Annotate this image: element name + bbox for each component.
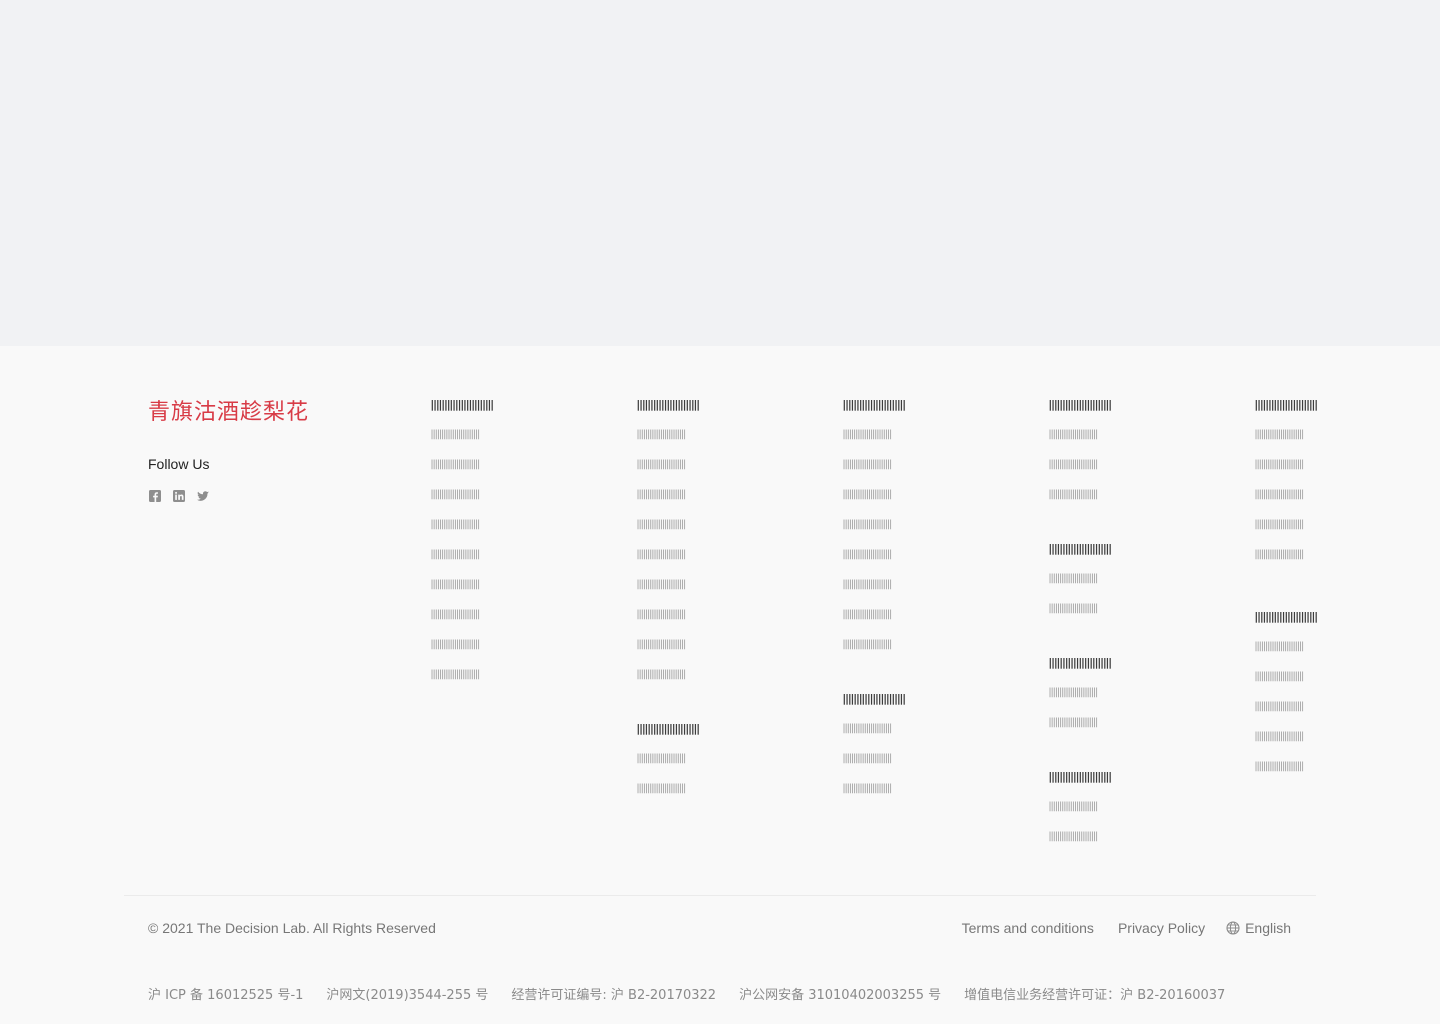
footer-link[interactable]: ||||||||||||||||||||||| — [1253, 760, 1343, 774]
footer-link[interactable]: ||||||||||||||||||||||| — [635, 608, 725, 622]
telecom-license-text: 增值电信业务经营许可证：沪 B2-20160037 — [964, 988, 1226, 1003]
footer-link[interactable]: ||||||||||||||||||||||| — [635, 752, 725, 766]
footer-column-heading: ||||||||||||||||||||||| — [1047, 398, 1114, 411]
footer-link[interactable]: ||||||||||||||||||||||| — [429, 608, 519, 622]
footer-link[interactable]: ||||||||||||||||||||||| — [841, 488, 931, 502]
footer-link[interactable]: ||||||||||||||||||||||| — [1253, 730, 1343, 744]
footer-link[interactable]: ||||||||||||||||||||||| — [429, 518, 519, 532]
footer-link[interactable]: ||||||||||||||||||||||| — [429, 638, 519, 652]
footer-link[interactable]: ||||||||||||||||||||||| — [1047, 572, 1137, 586]
footer-link[interactable]: ||||||||||||||||||||||| — [1047, 488, 1137, 502]
hero-placeholder — [0, 0, 1440, 346]
footer-link[interactable]: ||||||||||||||||||||||| — [1253, 670, 1343, 684]
footer-link[interactable]: ||||||||||||||||||||||| — [841, 752, 931, 766]
network-culture-license-text: 沪网文(2019)3544-255 号 — [326, 988, 489, 1003]
footer-divider — [124, 895, 1316, 896]
footer-link[interactable]: ||||||||||||||||||||||| — [635, 458, 725, 472]
footer-link[interactable]: ||||||||||||||||||||||| — [841, 638, 931, 652]
footer-link[interactable]: ||||||||||||||||||||||| — [1253, 488, 1343, 502]
language-label: English — [1245, 920, 1291, 936]
footer-column-heading: ||||||||||||||||||||||| — [841, 692, 908, 705]
globe-icon — [1226, 921, 1240, 935]
terms-link[interactable]: Terms and conditions — [962, 920, 1094, 936]
copyright-text: © 2021 The Decision Lab. All Rights Rese… — [148, 920, 436, 936]
brand-logo-text[interactable]: 青旗沽酒趁梨花 — [148, 394, 309, 426]
footer-link[interactable]: ||||||||||||||||||||||| — [1047, 428, 1137, 442]
facebook-icon[interactable] — [148, 489, 162, 503]
footer-link[interactable]: ||||||||||||||||||||||| — [1047, 686, 1137, 700]
footer-link[interactable]: ||||||||||||||||||||||| — [429, 578, 519, 592]
footer-column-heading: ||||||||||||||||||||||| — [635, 722, 702, 735]
footer-link[interactable]: ||||||||||||||||||||||| — [1253, 428, 1343, 442]
footer-link[interactable]: ||||||||||||||||||||||| — [841, 578, 931, 592]
follow-us-label: Follow Us — [148, 456, 210, 472]
footer-column-heading: ||||||||||||||||||||||| — [1047, 656, 1114, 669]
footer-bottom-links: Terms and conditions Privacy Policy Engl… — [962, 920, 1291, 936]
footer-link[interactable]: ||||||||||||||||||||||| — [841, 782, 931, 796]
footer-link[interactable]: ||||||||||||||||||||||| — [841, 608, 931, 622]
language-selector[interactable]: English — [1226, 920, 1291, 936]
footer-link[interactable]: ||||||||||||||||||||||| — [429, 488, 519, 502]
footer-link[interactable]: ||||||||||||||||||||||| — [841, 548, 931, 562]
twitter-icon[interactable] — [196, 489, 210, 503]
business-license-text: 经营许可证编号: 沪 B2-20170322 — [511, 988, 717, 1003]
footer-link[interactable]: ||||||||||||||||||||||| — [429, 458, 519, 472]
footer-column-heading: ||||||||||||||||||||||| — [1047, 770, 1114, 783]
footer-link[interactable]: ||||||||||||||||||||||| — [635, 488, 725, 502]
footer-link[interactable]: ||||||||||||||||||||||| — [635, 428, 725, 442]
footer-link[interactable]: ||||||||||||||||||||||| — [635, 638, 725, 652]
footer-link[interactable]: ||||||||||||||||||||||| — [841, 458, 931, 472]
footer-link[interactable]: ||||||||||||||||||||||| — [1047, 602, 1137, 616]
footer-link[interactable]: ||||||||||||||||||||||| — [1047, 458, 1137, 472]
footer-column-heading: ||||||||||||||||||||||| — [429, 398, 496, 411]
public-security-record-text: 沪公网安备 31010402003255 号 — [739, 988, 942, 1003]
footer-link[interactable]: ||||||||||||||||||||||| — [635, 518, 725, 532]
footer-link[interactable]: ||||||||||||||||||||||| — [1047, 716, 1137, 730]
footer-link[interactable]: ||||||||||||||||||||||| — [1253, 548, 1343, 562]
footer-column-heading: ||||||||||||||||||||||| — [1047, 542, 1114, 555]
legal-registrations: 沪 ICP 备 16012525 号-1 沪网文(2019)3544-255 号… — [148, 984, 1248, 1003]
footer-link[interactable]: ||||||||||||||||||||||| — [635, 782, 725, 796]
footer-link[interactable]: ||||||||||||||||||||||| — [635, 578, 725, 592]
linkedin-icon[interactable] — [172, 489, 186, 503]
footer-link[interactable]: ||||||||||||||||||||||| — [429, 428, 519, 442]
footer-link[interactable]: ||||||||||||||||||||||| — [429, 548, 519, 562]
footer-link[interactable]: ||||||||||||||||||||||| — [1253, 458, 1343, 472]
footer-column-heading: ||||||||||||||||||||||| — [1253, 398, 1320, 411]
footer-link[interactable]: ||||||||||||||||||||||| — [1253, 640, 1343, 654]
social-links — [148, 489, 210, 503]
footer-link[interactable]: ||||||||||||||||||||||| — [841, 428, 931, 442]
footer-link[interactable]: ||||||||||||||||||||||| — [1047, 830, 1137, 844]
footer-link[interactable]: ||||||||||||||||||||||| — [841, 518, 931, 532]
footer-link[interactable]: ||||||||||||||||||||||| — [635, 548, 725, 562]
footer-link[interactable]: ||||||||||||||||||||||| — [635, 668, 725, 682]
footer-link[interactable]: ||||||||||||||||||||||| — [1253, 700, 1343, 714]
footer-column-heading: ||||||||||||||||||||||| — [841, 398, 908, 411]
footer-link[interactable]: ||||||||||||||||||||||| — [429, 668, 519, 682]
icp-license-text: 沪 ICP 备 16012525 号-1 — [148, 988, 304, 1003]
footer-column-heading: ||||||||||||||||||||||| — [635, 398, 702, 411]
footer-link[interactable]: ||||||||||||||||||||||| — [1253, 518, 1343, 532]
privacy-policy-link[interactable]: Privacy Policy — [1118, 920, 1205, 936]
footer-column-heading: ||||||||||||||||||||||| — [1253, 610, 1320, 623]
footer-link[interactable]: ||||||||||||||||||||||| — [841, 722, 931, 736]
footer-link[interactable]: ||||||||||||||||||||||| — [1047, 800, 1137, 814]
